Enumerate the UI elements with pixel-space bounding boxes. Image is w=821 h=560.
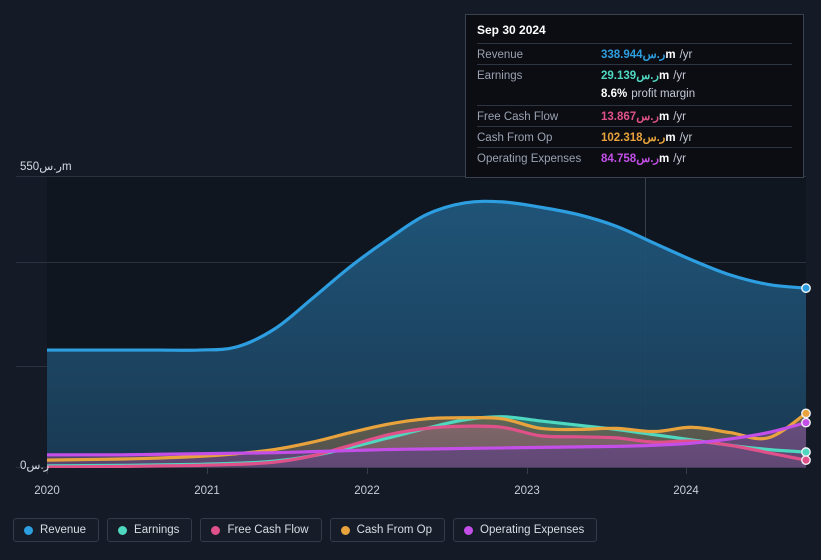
legend-color-dot-icon xyxy=(118,525,128,535)
legend-color-dot-icon xyxy=(24,525,33,535)
tooltip-unit: m xyxy=(658,111,670,123)
legend-item-operating-expenses[interactable]: Operating Expenses xyxy=(453,518,598,542)
tooltip-currency-symbol: ر.س xyxy=(636,111,659,123)
tooltip-suffix: /yr xyxy=(679,132,693,144)
tooltip-suffix: /yr xyxy=(673,70,686,82)
tooltip-row-value: 29.139ر.سm/yr xyxy=(601,70,686,82)
tooltip-currency-symbol: ر.س xyxy=(636,70,659,82)
end-marker-revenue xyxy=(801,283,811,294)
x-tick-2023: 2023 xyxy=(514,485,540,497)
tooltip-currency-symbol: ر.س xyxy=(642,132,666,144)
legend-item-label: Earnings xyxy=(134,524,180,536)
legend-item-cash-from-op[interactable]: Cash From Op xyxy=(329,518,446,542)
tooltip-row: Free Cash Flow 13.867ر.سm/yr xyxy=(477,105,792,126)
tooltip-currency-symbol: ر.س xyxy=(636,153,659,165)
legend-color-dot-icon xyxy=(211,525,221,535)
tooltip-suffix: /yr xyxy=(673,153,686,165)
x-tick-2024: 2024 xyxy=(673,485,699,497)
y-axis-label-max: 550ر.سm xyxy=(20,161,72,173)
tooltip-unit: m xyxy=(665,49,676,61)
tooltip-row-value: 338.944ر.سm/yr xyxy=(601,49,693,61)
legend-item-free-cash-flow[interactable]: Free Cash Flow xyxy=(200,518,322,542)
legend-item-label: Free Cash Flow xyxy=(227,524,309,536)
tooltip-unit: m xyxy=(665,132,676,144)
tooltip-row: Revenue 338.944ر.سm/yr xyxy=(477,43,792,64)
financial-chart: 550ر.سm 0ر.س 2020 2021 2022 2023 2024 Se… xyxy=(0,0,821,560)
legend-item-label: Operating Expenses xyxy=(480,524,585,536)
tooltip-rows: Revenue 338.944ر.سm/yr Earnings 29.139ر.سm /… xyxy=(477,43,792,168)
tooltip-row-label: Operating Expenses xyxy=(477,153,582,165)
end-marker-earnings xyxy=(801,447,811,457)
tooltip-row: Cash From Op 102.318ر.سm/yr xyxy=(477,126,792,147)
x-tick-marks xyxy=(47,468,687,474)
tooltip-suffix: /yr xyxy=(673,111,686,123)
tooltip-row-value: 84.758ر.سm/yr xyxy=(601,153,686,165)
y-axis-label-zero: 0ر.س xyxy=(20,460,50,472)
tooltip-row: 8.6% profit margin xyxy=(477,85,792,105)
tooltip-row-label: Cash From Op xyxy=(477,132,553,144)
legend-item-revenue[interactable]: Revenue xyxy=(13,518,100,542)
x-tick-2021: 2021 xyxy=(194,485,220,497)
tooltip-row-value: 8.6% profit margin xyxy=(601,88,696,100)
legend-item-label: Cash From Op xyxy=(356,524,433,536)
tooltip-row: Operating Expenses 84.758ر.سm/yr xyxy=(477,147,792,168)
end-marker-cash-from-op xyxy=(801,408,811,419)
tooltip-row-label: Free Cash Flow xyxy=(477,111,559,123)
chart-legend: Revenue Earnings Free Cash Flow Cash From O… xyxy=(13,518,598,542)
tooltip-row: Earnings 29.139ر.سm/yr xyxy=(477,64,792,85)
tooltip-date: Sep 30 2024 xyxy=(477,23,546,37)
legend-color-dot-icon xyxy=(464,525,474,535)
tooltip-unit: m xyxy=(658,153,670,165)
tooltip-row-value: 13.867ر.سm/yr xyxy=(601,111,686,123)
tooltip-unit: m xyxy=(658,70,670,82)
tooltip-currency-symbol: ر.س xyxy=(642,49,666,61)
legend-color-dot-icon xyxy=(340,525,350,535)
tooltip-row-label: Earnings xyxy=(477,70,523,82)
data-tooltip: Sep 30 2024 Revenue 338.944ر.سm/yr Earning… xyxy=(465,14,804,178)
x-tick-2020: 2020 xyxy=(34,485,60,497)
tooltip-suffix: /yr xyxy=(679,49,693,61)
end-marker-operating-expenses xyxy=(801,417,811,428)
tooltip-suffix: profit margin xyxy=(631,88,696,100)
tooltip-row-label: Revenue xyxy=(477,49,524,61)
tooltip-row-value: 102.318ر.سm/yr xyxy=(601,132,693,144)
legend-item-label: Revenue xyxy=(40,524,87,536)
x-tick-2022: 2022 xyxy=(354,485,380,497)
legend-item-earnings[interactable]: Earnings xyxy=(107,518,193,542)
end-marker-free-cash-flow xyxy=(801,455,811,466)
